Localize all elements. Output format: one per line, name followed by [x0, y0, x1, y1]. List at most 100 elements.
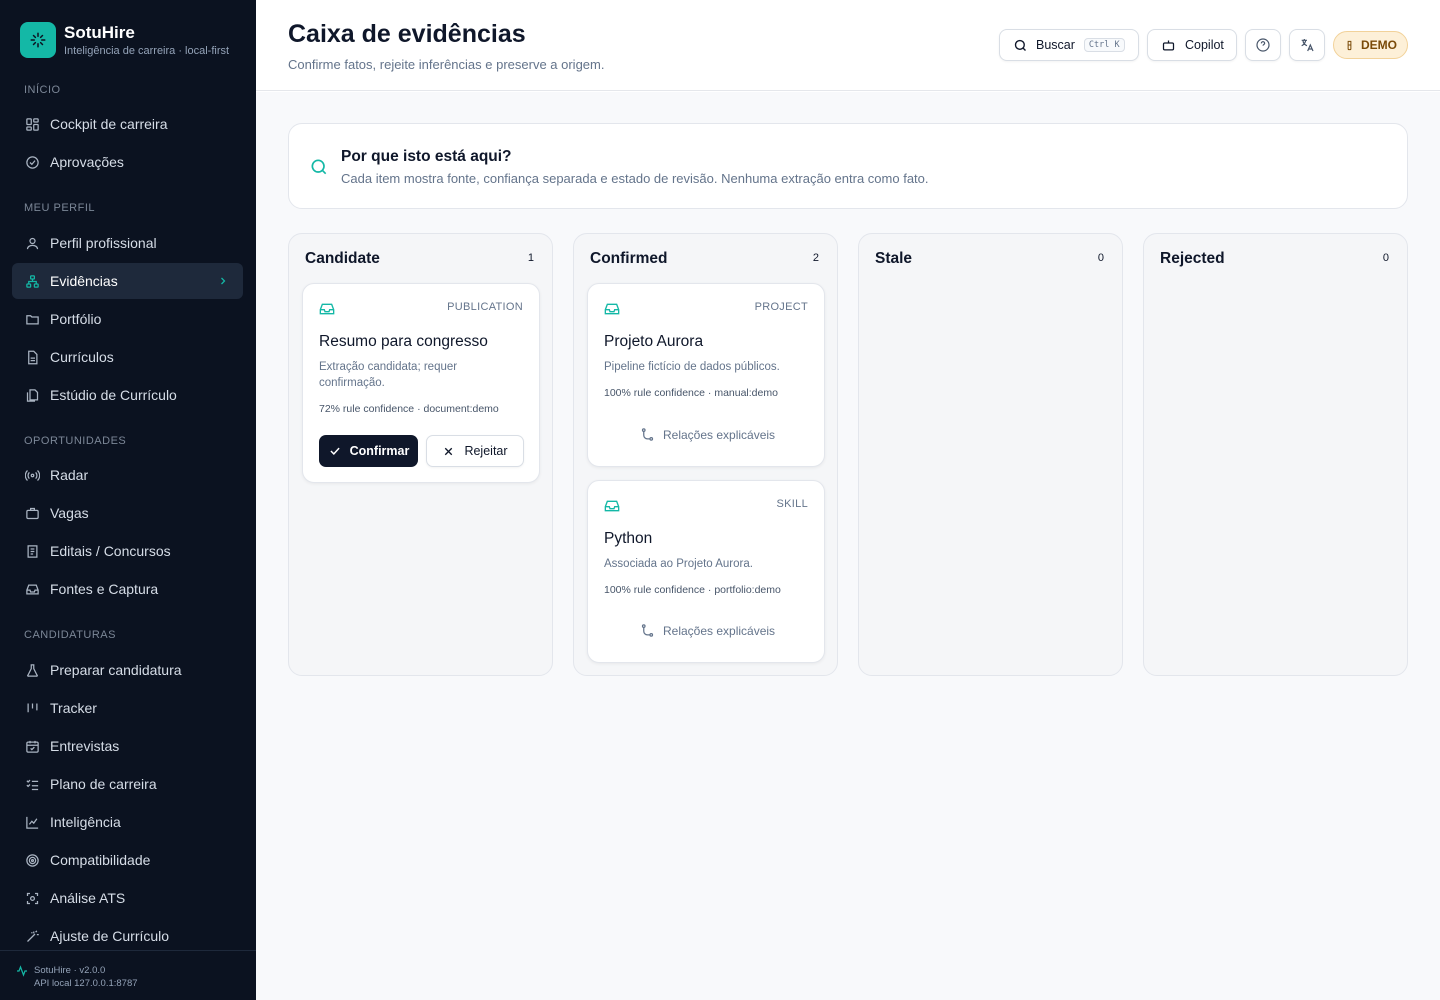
calendar-check-icon: [24, 738, 40, 754]
sidebar-item-portfolio[interactable]: Portfólio: [12, 301, 243, 337]
card-description: Associada ao Projeto Aurora.: [604, 558, 753, 570]
page-header: Caixa de evidências Confirme fatos, reje…: [256, 0, 1440, 91]
logo-icon: [20, 22, 56, 58]
card-description: Extração candidata; requer confirmação.: [319, 361, 458, 389]
sidebar-item-label: Editais / Concursos: [50, 543, 171, 559]
inbox-icon: [319, 302, 335, 321]
sidebar-item-fontes-captura[interactable]: Fontes e Captura: [12, 571, 243, 607]
help-icon: [1255, 37, 1271, 53]
document-list-icon: [24, 543, 40, 559]
sidebar-item-inteligencia[interactable]: Inteligência: [12, 804, 243, 840]
sidebar: SotuHire Inteligência de carreira · loca…: [0, 0, 256, 1000]
sidebar-item-perfil-profissional[interactable]: Perfil profissional: [12, 225, 243, 261]
inbox-icon: [604, 499, 620, 518]
sidebar-item-label: Fontes e Captura: [50, 581, 159, 597]
column-title: Candidate: [305, 250, 380, 267]
sidebar-item-aprovacoes[interactable]: Aprovações: [12, 144, 243, 180]
beaker-icon: [1344, 40, 1355, 51]
demo-badge[interactable]: DEMO: [1333, 31, 1408, 59]
help-button[interactable]: [1245, 29, 1281, 61]
sidebar-item-label: Preparar candidatura: [50, 662, 182, 678]
sidebar-item-entrevistas[interactable]: Entrevistas: [12, 728, 243, 764]
card-description: Pipeline fictício de dados públicos.: [604, 361, 780, 373]
app-version: SotuHire · v2.0.0: [34, 965, 106, 976]
relations-label: Relações explicáveis: [663, 623, 776, 638]
brand-tagline: Inteligência de carreira · local-first: [64, 44, 230, 57]
sidebar-item-tracker[interactable]: Tracker: [12, 690, 243, 726]
search-label: Buscar: [1036, 38, 1075, 52]
search-shortcut: Ctrl K: [1083, 38, 1125, 52]
card-title: Resumo para congresso: [319, 333, 488, 350]
file-icon: [24, 349, 40, 365]
translate-icon: [1299, 37, 1315, 53]
sidebar-item-label: Evidências: [50, 273, 118, 289]
sidebar-item-estudio-curriculo[interactable]: Estúdio de Currículo: [12, 377, 243, 413]
column-candidate: Candidate 1 PUBLICATION Resumo para cong…: [288, 233, 553, 676]
evidence-card[interactable]: PUBLICATION Resumo para congresso Extraç…: [302, 283, 540, 483]
demo-label: DEMO: [1361, 38, 1397, 52]
nav-section-meu-perfil: MEU PERFIL: [24, 202, 96, 214]
sidebar-item-evidencias[interactable]: Evidências: [12, 263, 243, 299]
card-type: SKILL: [776, 498, 808, 510]
column-confirmed: Confirmed 2 PROJECT Projeto Aurora Pipel…: [573, 233, 838, 676]
chevron-right-icon: [217, 274, 229, 290]
sidebar-item-ajuste-curriculo[interactable]: Ajuste de Currículo: [12, 918, 243, 954]
sidebar-item-label: Cockpit de carreira: [50, 116, 168, 132]
sidebar-item-preparar-candidatura[interactable]: Preparar candidatura: [12, 652, 243, 688]
bot-icon: [1161, 38, 1176, 53]
user-icon: [24, 235, 40, 251]
relations-link[interactable]: Relações explicáveis: [640, 623, 775, 638]
network-icon: [24, 273, 40, 289]
radar-icon: [24, 467, 40, 483]
sidebar-item-label: Entrevistas: [50, 738, 120, 754]
folder-icon: [24, 311, 40, 327]
dashboard-icon: [24, 116, 40, 132]
confirm-button[interactable]: Confirmar: [319, 435, 418, 467]
sidebar-item-curriculos[interactable]: Currículos: [12, 339, 243, 375]
copilot-button[interactable]: Copilot: [1147, 29, 1237, 61]
sidebar-item-label: Vagas: [50, 505, 89, 521]
target-icon: [24, 852, 40, 868]
scan-icon: [24, 890, 40, 906]
brand[interactable]: SotuHire Inteligência de carreira · loca…: [20, 22, 229, 58]
nav-section-oportunidades: OPORTUNIDADES: [24, 435, 127, 447]
copilot-label: Copilot: [1185, 38, 1224, 52]
brand-name: SotuHire: [64, 22, 135, 42]
sidebar-item-vagas[interactable]: Vagas: [12, 495, 243, 531]
evidence-card[interactable]: PROJECT Projeto Aurora Pipeline fictício…: [587, 283, 825, 467]
activity-icon: [16, 964, 28, 982]
sidebar-item-label: Inteligência: [50, 814, 121, 830]
sidebar-item-cockpit[interactable]: Cockpit de carreira: [12, 106, 243, 142]
sidebar-item-label: Análise ATS: [50, 890, 126, 906]
language-button[interactable]: [1289, 29, 1325, 61]
page-title: Caixa de evidências: [288, 20, 526, 48]
sidebar-item-radar[interactable]: Radar: [12, 457, 243, 493]
nav-section-inicio: INÍCIO: [24, 84, 61, 96]
sidebar-item-editais[interactable]: Editais / Concursos: [12, 533, 243, 569]
info-text: Cada item mostra fonte, confiança separa…: [341, 171, 929, 186]
sidebar-item-analise-ats[interactable]: Análise ATS: [12, 880, 243, 916]
nav-section-candidaturas: CANDIDATURAS: [24, 629, 116, 641]
reject-label: Rejeitar: [464, 444, 508, 458]
git-branch-icon: [640, 427, 655, 442]
card-type: PROJECT: [754, 301, 808, 313]
close-icon: [442, 445, 455, 458]
search-button[interactable]: Buscar Ctrl K: [999, 29, 1139, 61]
check-icon: [328, 444, 342, 458]
sidebar-item-label: Ajuste de Currículo: [50, 928, 170, 944]
sidebar-item-compatibilidade[interactable]: Compatibilidade: [12, 842, 243, 878]
inbox-icon: [24, 581, 40, 597]
sidebar-item-plano-carreira[interactable]: Plano de carreira: [12, 766, 243, 802]
confirm-label: Confirmar: [349, 444, 410, 458]
card-meta: 100% rule confidence · manual:demo: [604, 387, 778, 399]
relations-link[interactable]: Relações explicáveis: [640, 427, 775, 442]
main-content: Por que isto está aqui? Cada item mostra…: [256, 92, 1440, 1000]
evidence-card[interactable]: SKILL Python Associada ao Projeto Aurora…: [587, 480, 825, 663]
wand-icon: [24, 928, 40, 944]
sidebar-item-label: Currículos: [50, 349, 114, 365]
card-meta: 72% rule confidence · document:demo: [319, 403, 499, 415]
line-chart-icon: [24, 814, 40, 830]
kanban-icon: [24, 700, 40, 716]
inbox-icon: [604, 302, 620, 321]
reject-button[interactable]: Rejeitar: [426, 435, 524, 467]
